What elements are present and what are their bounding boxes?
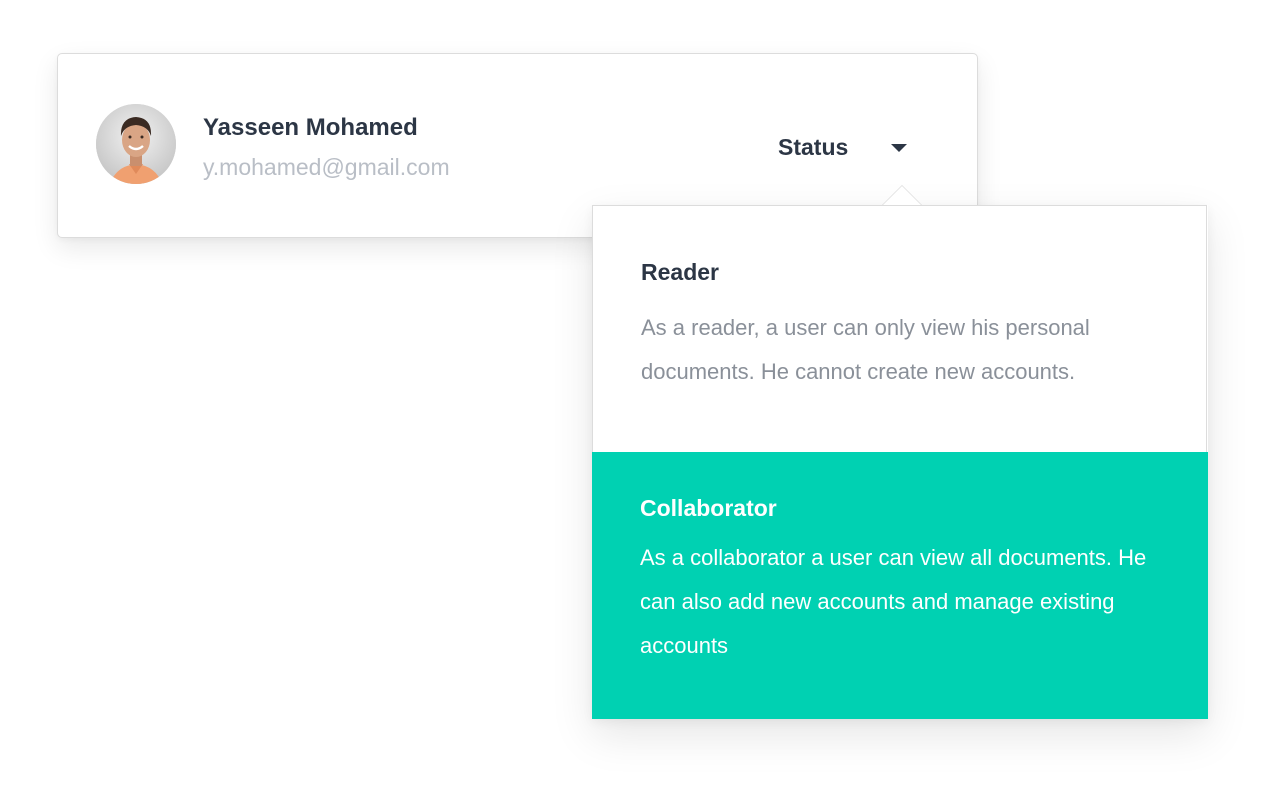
option-title: Reader xyxy=(641,259,719,285)
status-label: Status xyxy=(778,133,849,160)
chevron-down-icon[interactable] xyxy=(891,144,907,152)
user-name: Yasseen Mohamed xyxy=(203,114,418,141)
option-reader[interactable]: Reader As a reader, a user can only view… xyxy=(592,205,1207,452)
status-dropdown-menu: Reader As a reader, a user can only view… xyxy=(592,185,1208,719)
avatar[interactable] xyxy=(96,104,176,184)
avatar-photo-icon xyxy=(96,104,176,184)
status-dropdown-trigger[interactable]: Status xyxy=(778,130,938,164)
option-collaborator[interactable]: Collaborator As a collaborator a user ca… xyxy=(592,452,1208,719)
page: Yasseen Mohamed y.mohamed@gmail.com Stat… xyxy=(0,0,1273,787)
dropdown-pointer xyxy=(882,185,922,205)
option-description: As a collaborator a user can view all do… xyxy=(640,545,1147,658)
option-description: As a reader, a user can only view his pe… xyxy=(641,315,1090,384)
user-email: y.mohamed@gmail.com xyxy=(203,154,450,180)
option-title: Collaborator xyxy=(640,495,777,521)
